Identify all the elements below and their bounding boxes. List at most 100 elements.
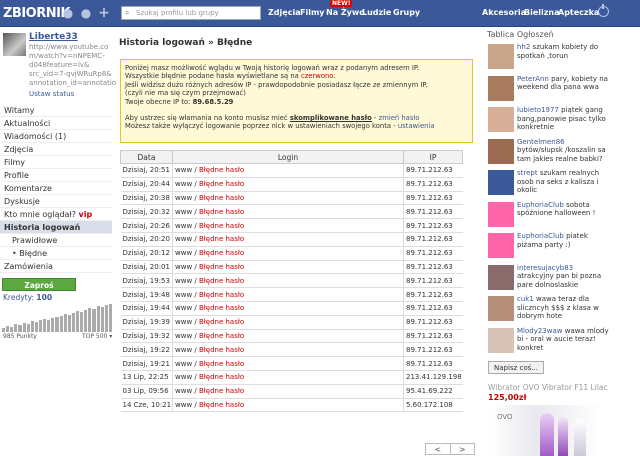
ad-avatar[interactable] bbox=[488, 75, 514, 101]
login-source: www / bbox=[175, 166, 199, 175]
sidebar-item-videos[interactable]: Filmy bbox=[0, 156, 112, 169]
ad-avatar[interactable] bbox=[488, 233, 514, 258]
sidebar-item-messages[interactable]: Wiadomości (1) bbox=[0, 130, 112, 143]
nav-lingerie[interactable]: Bielizna bbox=[524, 8, 560, 17]
ad-item[interactable]: EuphoriaClub piatek piżama party :) bbox=[488, 232, 610, 266]
ad-item[interactable]: interesujacyb83 atrakcyjny pan bi pozna … bbox=[488, 264, 610, 298]
nav-videos[interactable]: Filmy bbox=[300, 8, 325, 17]
sidebar-item-orders[interactable]: Zamówienia bbox=[0, 260, 112, 273]
login-status: Błędne hasło bbox=[198, 331, 245, 340]
ad-author[interactable]: EuphoriaClub bbox=[517, 232, 564, 240]
top-select[interactable]: TOP 500 ▾ bbox=[82, 333, 112, 340]
sidebar-item-news[interactable]: Aktualności bbox=[0, 117, 112, 130]
points-bar bbox=[108, 304, 112, 332]
ad-item[interactable]: strept szukam realnych osob na seks z ka… bbox=[488, 169, 610, 203]
sidebar-item-discussions[interactable]: Dyskusje bbox=[0, 195, 112, 208]
ad-author[interactable]: Mlody23waw bbox=[517, 327, 563, 335]
ad-author[interactable]: hh2 bbox=[517, 43, 530, 51]
cell-ip: 89.71.212.63 bbox=[403, 273, 463, 289]
login-status: Błędne hasło bbox=[198, 345, 245, 354]
points-bar bbox=[100, 307, 104, 332]
ad-avatar[interactable] bbox=[488, 327, 514, 353]
nav-photos[interactable]: Zdjęcia bbox=[268, 8, 301, 17]
credits[interactable]: Kredyty: 100 bbox=[3, 293, 52, 302]
ad-author[interactable]: EuphoriaClub bbox=[517, 201, 564, 209]
promo-image[interactable]: OVO bbox=[492, 405, 602, 456]
ad-item[interactable]: PeterAnn pary, kobiety na weekend dla pa… bbox=[488, 75, 610, 109]
ad-item[interactable]: Mlody23waw wawa mlody bi - oral w aucie … bbox=[488, 327, 610, 361]
login-history-table: Data Login IP Dzisiaj, 20:51 www / Błędne… bbox=[120, 150, 463, 413]
info-line: Jeśli widzisz dużo różnych adresów IP - … bbox=[125, 80, 428, 89]
ad-avatar[interactable] bbox=[488, 296, 514, 321]
nav-accessories[interactable]: Akcesoria bbox=[482, 8, 526, 17]
sidebar-item-photos[interactable]: Zdjęcia bbox=[0, 143, 112, 156]
ad-author[interactable]: cuk1 bbox=[517, 295, 534, 303]
login-source: www / bbox=[175, 387, 199, 396]
sidebar-item-login-history[interactable]: Historia logowań bbox=[0, 221, 112, 234]
login-source: www / bbox=[175, 345, 199, 354]
ad-avatar[interactable] bbox=[488, 138, 514, 164]
friends-icon[interactable]: ● bbox=[79, 6, 93, 20]
sidebar-item-who-viewed[interactable]: Kto mnie oglądał? vip bbox=[0, 208, 112, 221]
ad-avatar[interactable] bbox=[488, 264, 514, 290]
ad-avatar[interactable] bbox=[488, 107, 514, 132]
sidebar-item-invalid[interactable]: • Błędne bbox=[0, 247, 112, 260]
ad-text: PeterAnn pary, kobiety na weekend dla pa… bbox=[517, 75, 612, 92]
change-password-link[interactable]: zmień hasło bbox=[379, 114, 420, 122]
ad-author[interactable]: PeterAnn bbox=[517, 75, 549, 83]
sidebar-item-profiles[interactable]: Profile bbox=[0, 169, 112, 182]
ad-author[interactable]: Gentelmen86 bbox=[517, 138, 565, 146]
ad-item[interactable]: EuphoriaClub sobota spóźnione halloween … bbox=[488, 201, 610, 235]
sidebar-item-welcome[interactable]: Witamy bbox=[0, 104, 112, 117]
current-ip: 89.68.5.29 bbox=[192, 97, 234, 106]
ad-avatar[interactable] bbox=[488, 201, 514, 227]
avatar[interactable] bbox=[3, 33, 26, 56]
ad-item[interactable]: lubieto1977 piątek gang bang,panowie pis… bbox=[488, 106, 610, 140]
info-line: Możesz także wyłączyć logowanie poprzez … bbox=[125, 122, 468, 130]
ad-author[interactable]: strept bbox=[517, 169, 538, 177]
points-bar bbox=[96, 306, 100, 332]
power-icon[interactable] bbox=[598, 4, 609, 17]
table-row: Dzisiaj, 19:53 www / Błędne hasło 89.71.21… bbox=[120, 273, 463, 289]
ad-author[interactable]: interesujacyb83 bbox=[517, 264, 573, 272]
next-page-button[interactable]: > bbox=[449, 444, 475, 454]
cell-date: Dzisiaj, 19:21 bbox=[120, 356, 173, 371]
ad-author[interactable]: lubieto1977 bbox=[517, 106, 559, 114]
cell-login: www / Błędne hasło bbox=[172, 329, 404, 344]
ad-avatar[interactable] bbox=[488, 170, 514, 195]
points-bar bbox=[47, 320, 51, 332]
user-icon[interactable]: ● bbox=[61, 6, 75, 20]
cell-date: Dzisiaj, 20:38 bbox=[120, 191, 173, 206]
login-source: www / bbox=[175, 262, 199, 271]
username[interactable]: Liberte33 bbox=[29, 32, 78, 42]
info-line: Twoje obecne IP to: 89.68.5.29 bbox=[125, 98, 468, 106]
ad-item[interactable]: Gentelmen86 bytów/słupsk /koszalin sa ta… bbox=[488, 138, 610, 172]
cell-login: www / Błędne hasło bbox=[172, 204, 404, 220]
cell-login: www / Błędne hasło bbox=[172, 232, 404, 247]
nav-live[interactable]: Na Żywo bbox=[326, 8, 365, 17]
invite-friend-button[interactable]: Zaproś znajomego bbox=[2, 278, 76, 303]
ad-text: EuphoriaClub sobota spóźnione halloween … bbox=[517, 201, 612, 218]
nav-people[interactable]: Ludzie bbox=[362, 8, 391, 17]
ad-avatar[interactable] bbox=[488, 44, 514, 69]
cell-ip: 89.71.212.63 bbox=[403, 287, 463, 302]
search-input[interactable]: ⌕ Szukaj profilu lub grupy bbox=[121, 6, 261, 20]
prev-page-button[interactable]: < bbox=[426, 444, 450, 454]
add-icon[interactable]: + bbox=[97, 6, 111, 20]
ad-item[interactable]: cuk1 wawa teraz dla sliczncyh $$$ z klas… bbox=[488, 295, 610, 329]
cell-login: www / Błędne hasło bbox=[172, 342, 404, 358]
points-bar bbox=[55, 317, 59, 332]
points-bar bbox=[18, 325, 22, 332]
nav-pharmacy[interactable]: Apteczka bbox=[558, 8, 599, 17]
sidebar-item-comments[interactable]: Komentarze bbox=[0, 182, 112, 195]
ad-text: Gentelmen86 bytów/słupsk /koszalin sa ta… bbox=[517, 138, 612, 164]
write-ad-button[interactable]: Napisz coś... bbox=[488, 361, 544, 374]
promo-title[interactable]: Wibrator OVO Vibrator F11 Lilac bbox=[488, 383, 608, 392]
ad-item[interactable]: hh2 szukam kobiety do spotkań ,torun bbox=[488, 43, 610, 77]
set-status-link[interactable]: Ustaw status bbox=[29, 90, 74, 98]
logo[interactable]: ZBIORNIK bbox=[3, 6, 71, 21]
sidebar-item-valid[interactable]: Prawidłowe bbox=[0, 234, 112, 247]
nav-groups[interactable]: Grupy bbox=[393, 8, 420, 17]
settings-link[interactable]: ustawienia bbox=[398, 122, 435, 130]
login-status: Błędne hasło bbox=[198, 249, 245, 258]
